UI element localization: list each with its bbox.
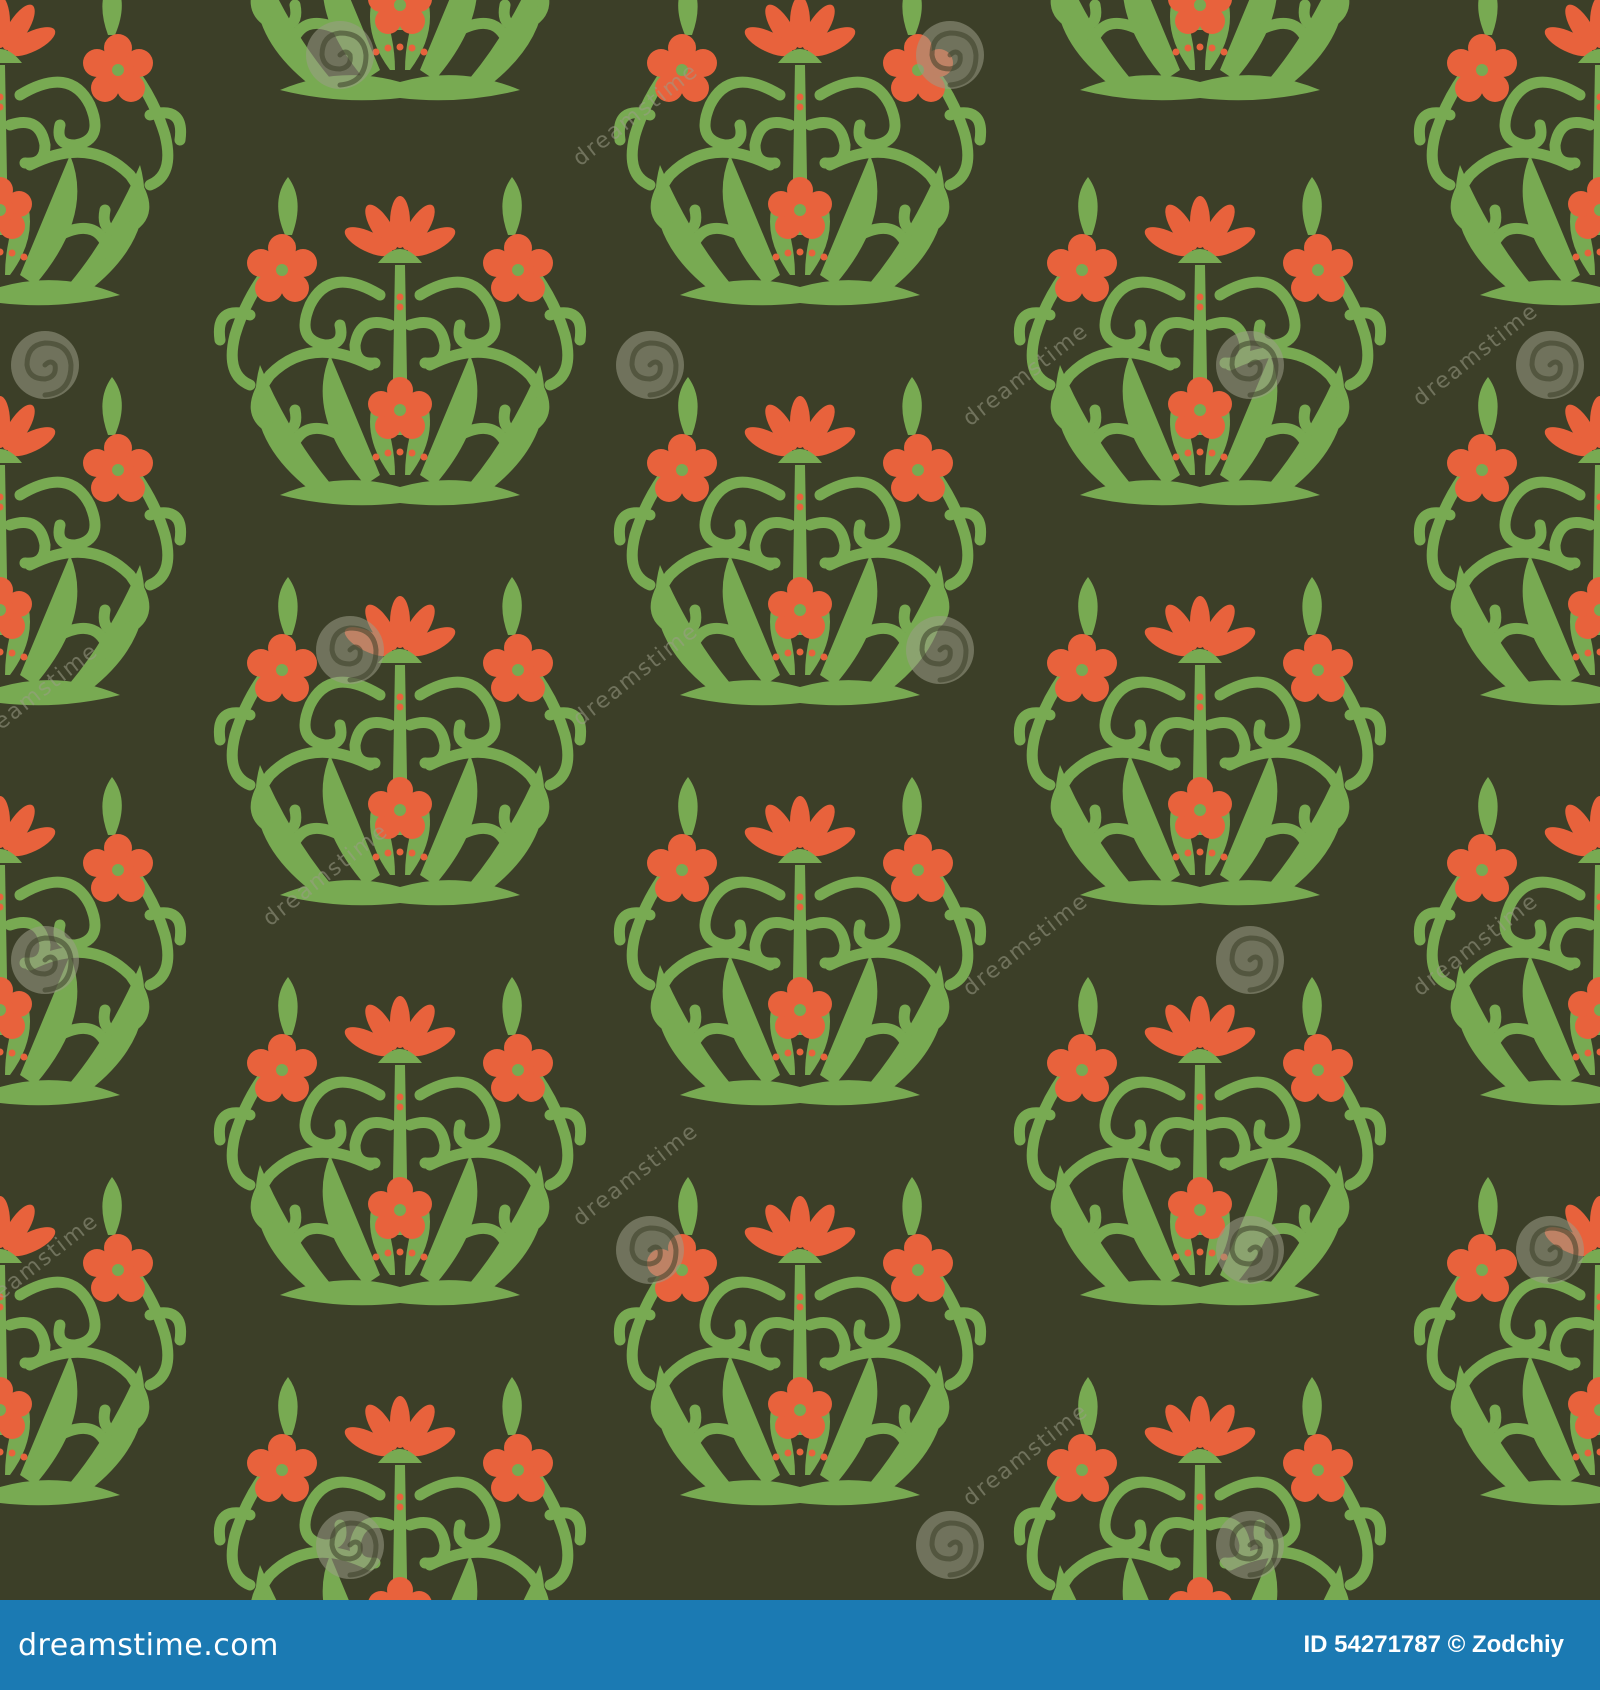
floral-motif [619, 777, 980, 1105]
floral-motif [1019, 577, 1380, 905]
watermark-text: dreamstime [568, 618, 703, 731]
author-name: Zodchiy [1471, 1631, 1564, 1658]
spiral-icon [616, 331, 684, 399]
copyright-symbol: © [1447, 1631, 1466, 1658]
motif-layer [0, 0, 1600, 1600]
floral-motif [219, 0, 580, 100]
floral-motif [1419, 777, 1600, 1105]
spiral-icon [1216, 1511, 1284, 1579]
spiral-icon [11, 331, 79, 399]
floral-motif [1419, 377, 1600, 705]
spiral-icon [1516, 331, 1584, 399]
spiral-icon [11, 926, 79, 994]
spiral-icon [1216, 331, 1284, 399]
floral-pattern: dreamstimedreamstimedreamstimedreamstime… [0, 0, 1600, 1600]
id-label: ID [1303, 1631, 1328, 1658]
spiral-icon [1216, 1216, 1284, 1284]
floral-motif [1019, 977, 1380, 1305]
spiral-icon [1216, 926, 1284, 994]
spiral-icon [916, 21, 984, 89]
floral-motif [1019, 0, 1380, 100]
footer-meta: ID 54271787 © Zodchiy [1304, 1631, 1565, 1659]
floral-motif [219, 977, 580, 1305]
floral-motif [0, 0, 181, 305]
spiral-icon [306, 21, 374, 89]
floral-motif [1419, 0, 1600, 305]
footer-logo-text[interactable]: dreamstime.com [18, 1628, 279, 1663]
pattern-image: dreamstime dreamstime dreamstime dreamstime… [0, 0, 1600, 1690]
spiral-icon [906, 616, 974, 684]
spiral-icon [316, 1511, 384, 1579]
spiral-icon [1516, 1216, 1584, 1284]
floral-motif [219, 577, 580, 905]
spiral-icon [616, 1216, 684, 1284]
floral-motif [219, 1377, 580, 1600]
footer-bar: dreamstime.com ID 54271787 © Zodchiy [0, 1600, 1600, 1690]
floral-motif [219, 177, 580, 505]
spiral-icon [316, 616, 384, 684]
spiral-icon [916, 1511, 984, 1579]
id-value: 54271787 [1334, 1631, 1441, 1658]
